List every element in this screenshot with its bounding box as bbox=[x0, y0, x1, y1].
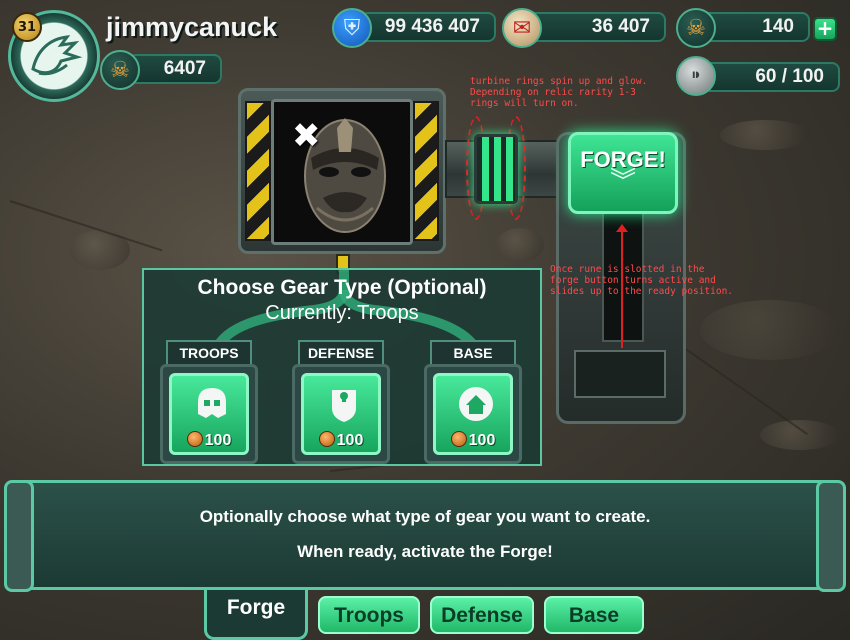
turbine-note: turbine rings spin up and glow. Dependin… bbox=[470, 76, 648, 109]
coin-resource-bar: 140 bbox=[700, 12, 810, 42]
gear-option-base[interactable]: BASE 100 bbox=[424, 340, 522, 464]
ammo-resource-value: 60 / 100 bbox=[755, 66, 824, 87]
gear-panel-current: Currently: Troops bbox=[265, 302, 419, 324]
forge-rest-slot bbox=[574, 350, 666, 398]
tab-troops[interactable]: Troops bbox=[318, 596, 420, 634]
player-username: jimmycanuck bbox=[106, 12, 278, 42]
gear-option-cost: 100 bbox=[336, 432, 364, 449]
tab-label: Base bbox=[568, 604, 620, 627]
gear-option-label: BASE bbox=[430, 340, 516, 364]
tab-defense[interactable]: Defense bbox=[430, 596, 534, 634]
coin-icon bbox=[318, 431, 335, 447]
gear-option-cost: 100 bbox=[468, 432, 496, 449]
tab-base[interactable]: Base bbox=[544, 596, 644, 634]
bullet-icon: ⁍ bbox=[676, 56, 716, 96]
gear-option-label: TROOPS bbox=[166, 340, 252, 364]
rune-note: Once rune is slotted in the forge button… bbox=[550, 264, 734, 297]
troops-resource-bar: 99 436 407 bbox=[360, 12, 496, 42]
tab-label: Defense bbox=[441, 604, 523, 627]
hazard-stripes-right bbox=[413, 101, 439, 241]
gear-panel-title: Choose Gear Type (Optional) bbox=[197, 276, 487, 299]
ammo-resource-bar: 60 / 100 bbox=[702, 62, 840, 92]
tab-label: Troops bbox=[333, 604, 404, 627]
forge-button[interactable]: FORGE! ︾ bbox=[568, 132, 678, 214]
house-icon bbox=[459, 387, 493, 421]
coin-resource-value: 140 bbox=[762, 16, 794, 37]
gear-option-cost: 100 bbox=[204, 432, 232, 449]
skull-coin-icon: ☠ bbox=[676, 8, 716, 48]
scroll-icon: ✉ bbox=[502, 8, 542, 48]
coin-icon bbox=[186, 431, 203, 447]
relic-slot[interactable]: ✖ bbox=[271, 99, 413, 245]
scroll-resource-value: 36 407 bbox=[591, 16, 650, 37]
skull-currency-value: 6407 bbox=[163, 58, 206, 79]
message-panel bbox=[8, 480, 842, 590]
gear-option-defense[interactable]: DEFENSE 100 bbox=[292, 340, 390, 464]
tab-label: Forge bbox=[226, 596, 286, 619]
remove-relic-icon[interactable]: ✖ bbox=[292, 116, 321, 156]
message-line-2: When ready, activate the Forge! bbox=[297, 542, 553, 561]
level-badge: 31 bbox=[12, 12, 42, 42]
panel-corner-right bbox=[816, 480, 846, 592]
relic-slot-machine: ✖ bbox=[238, 88, 446, 254]
gear-option-label: DEFENSE bbox=[298, 340, 384, 364]
helmet-icon bbox=[198, 388, 226, 418]
troops-resource-value: 99 436 407 bbox=[384, 16, 480, 37]
coin-icon bbox=[450, 431, 467, 447]
shield-skull-icon bbox=[332, 390, 356, 422]
panel-corner-left bbox=[4, 480, 34, 592]
gear-option-troops[interactable]: TROOPS 100 bbox=[160, 340, 258, 464]
scroll-resource-bar: 36 407 bbox=[528, 12, 666, 42]
add-coins-button[interactable]: + bbox=[813, 17, 837, 41]
hazard-stripes-left bbox=[245, 101, 271, 241]
skull-currency-bar: 6407 bbox=[128, 54, 222, 84]
skull-coin-icon: ☠ bbox=[100, 50, 140, 90]
turbine-ring bbox=[474, 134, 518, 204]
message-line-1: Optionally choose what type of gear you … bbox=[199, 507, 651, 526]
blue-troop-icon: ⛨ bbox=[332, 8, 372, 48]
tab-forge[interactable]: Forge bbox=[204, 590, 308, 640]
chevron-down-icon: ︾ bbox=[609, 167, 636, 197]
